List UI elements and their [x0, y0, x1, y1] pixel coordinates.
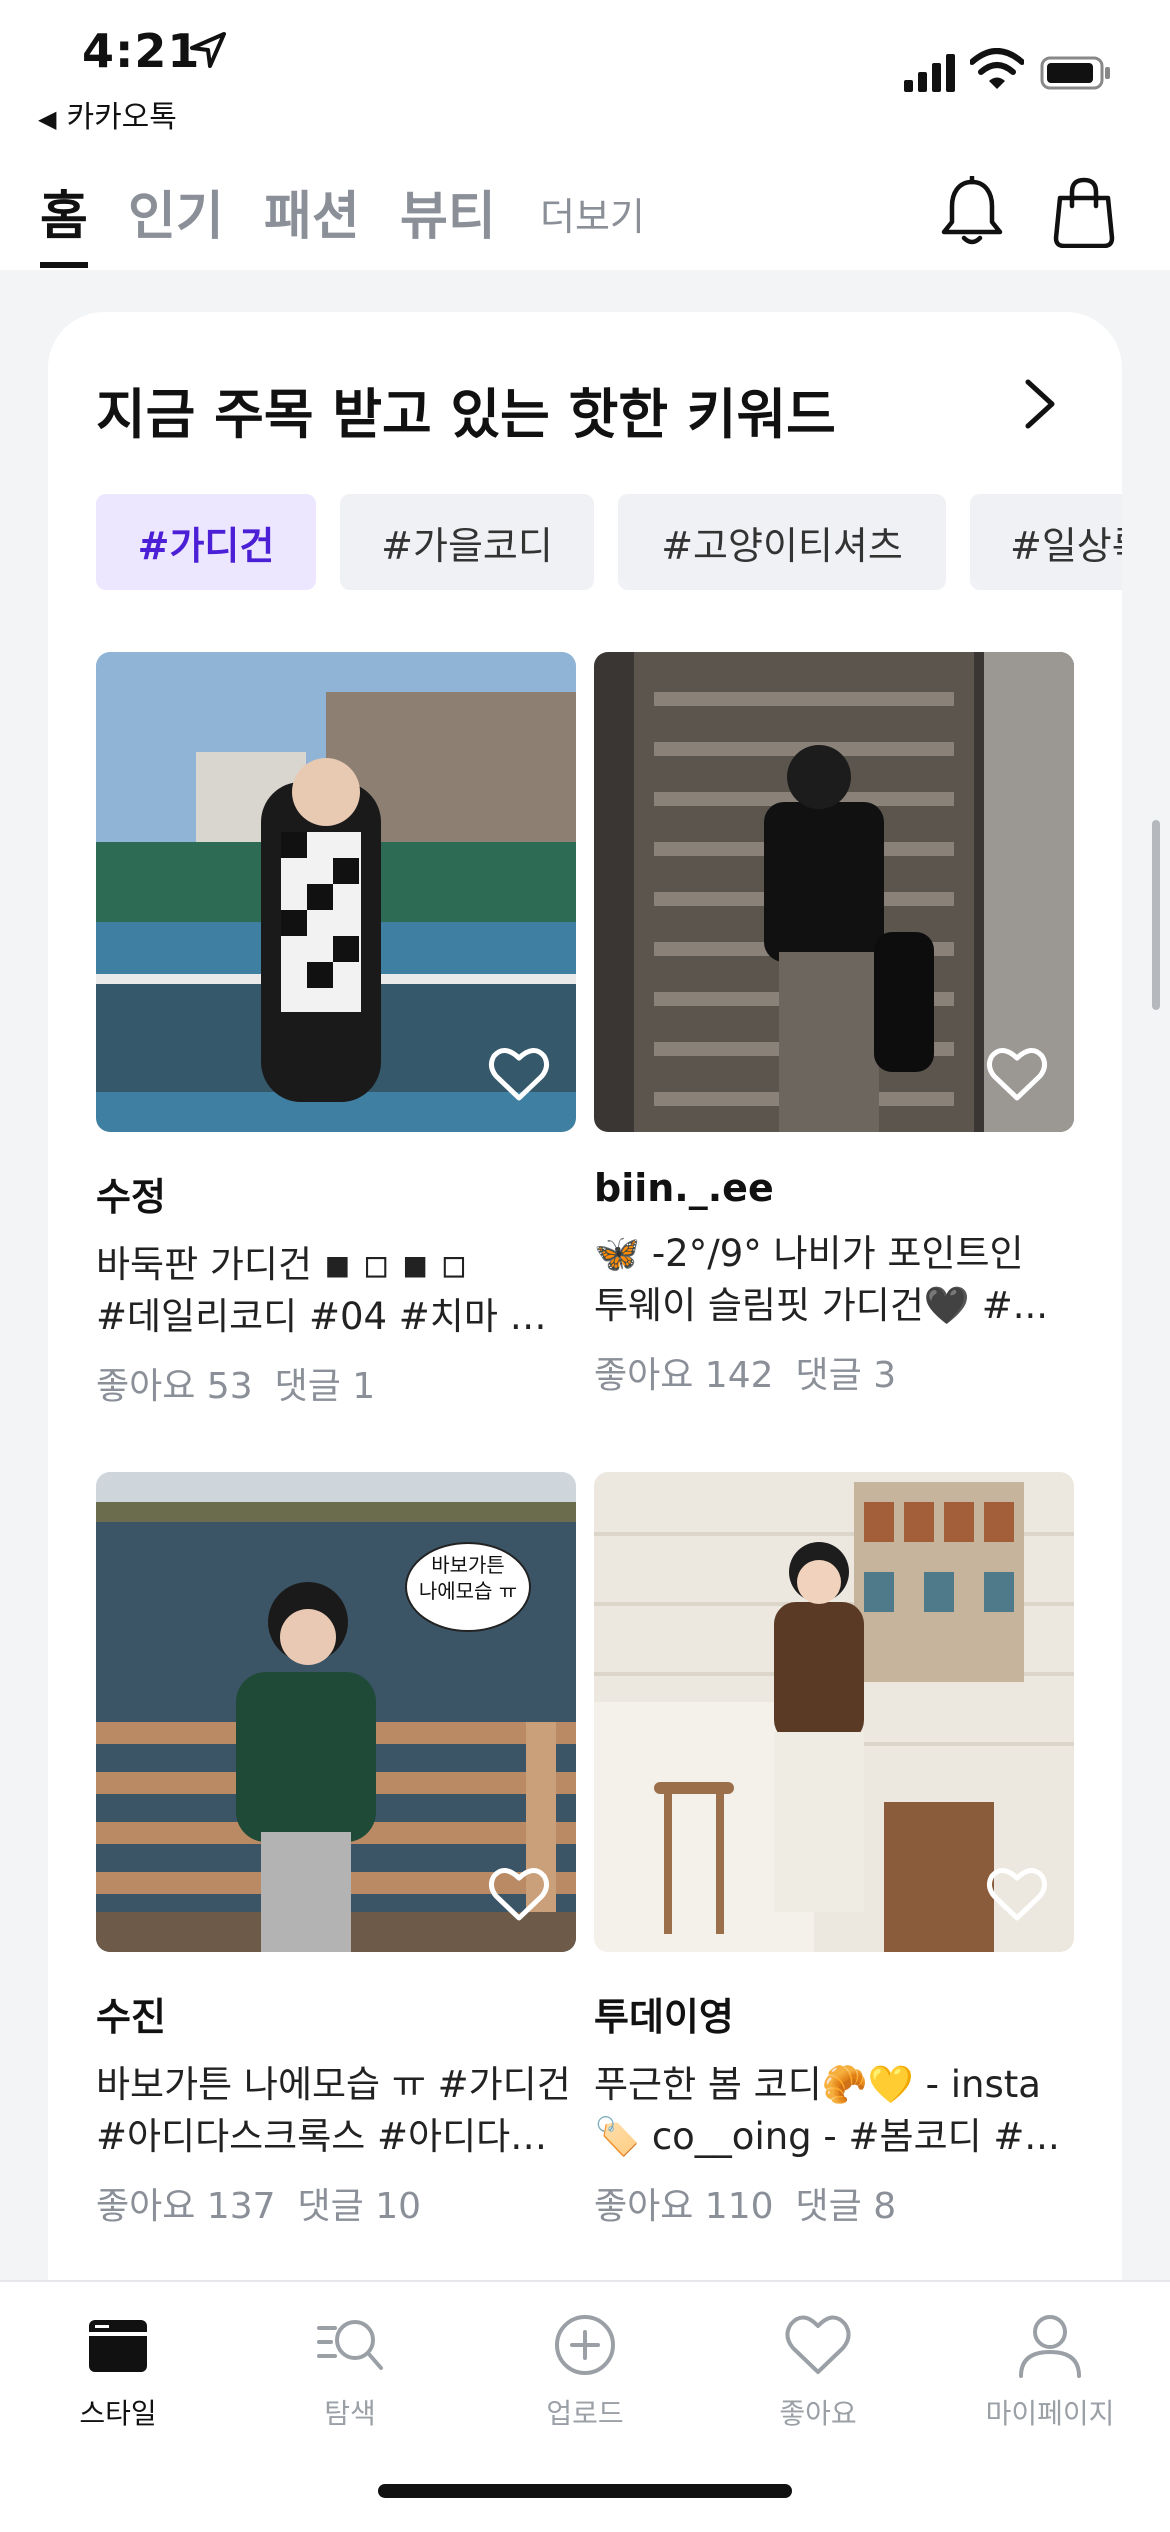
post-stats: 좋아요 110 댓글 8: [594, 2177, 1074, 2229]
tab-beauty[interactable]: 뷰티: [400, 174, 496, 249]
bottom-nav-mypage[interactable]: 마이페이지: [950, 2312, 1150, 2432]
like-heart-icon[interactable]: [488, 1046, 550, 1102]
back-triangle-icon: ◀: [38, 105, 57, 133]
scrollbar-thumb[interactable]: [1152, 820, 1160, 1010]
top-nav: 홈 인기 패션 뷰티 더보기: [0, 140, 1170, 270]
post-author: 투데이영: [594, 1995, 734, 2039]
post-card[interactable]: 수정 바둑판 가디건 ◾ ◽ ◾ ◽ #데일리코디 #04 #치마 #가... …: [96, 652, 576, 1409]
tab-more[interactable]: 더보기: [540, 186, 645, 241]
post-comments: 댓글 1: [274, 1366, 376, 1407]
post-description-line: #아디다스크록스 #아디다스 ...: [96, 2115, 576, 2158]
chevron-right-icon[interactable]: [1018, 374, 1062, 434]
bottom-nav-label: 좋아요: [779, 2397, 857, 2430]
tab-fashion[interactable]: 패션: [264, 174, 360, 249]
battery-icon: [1040, 56, 1110, 90]
post-description: 🦋 -2°/9° 나비가 포인트인 투웨이 슬림핏 가디건🖤 #...: [594, 1228, 1074, 1332]
bottom-nav-explore[interactable]: 탐색: [250, 2312, 450, 2432]
bottom-nav-style[interactable]: 스타일: [18, 2312, 218, 2432]
post-description: 바보가튼 나에모습 ㅠ #가디건 #아디다스크록스 #아디다스 ...: [96, 2059, 576, 2163]
keyword-chip[interactable]: #고양이티셔츠: [618, 494, 946, 590]
post-stats: 좋아요 142 댓글 3: [594, 1346, 1074, 1398]
post-likes: 좋아요 142: [594, 1355, 774, 1396]
bottom-nav-label: 업로드: [546, 2397, 624, 2430]
wifi-icon: [970, 48, 1024, 89]
bottom-nav-likes[interactable]: 좋아요: [718, 2312, 918, 2432]
status-bar: 4:21 ◀ 카카오톡: [0, 0, 1170, 140]
post-description: 푸근한 봄 코디🥐💛 - insta 🏷️ co__oing - #봄코디 #.…: [594, 2059, 1074, 2163]
post-image[interactable]: [594, 1472, 1074, 1952]
bottom-nav-label: 스타일: [79, 2397, 157, 2430]
image-speech-bubble: 바보가튼 나에모습 ㅠ: [418, 1553, 518, 1603]
post-author: 수진: [96, 1995, 166, 2039]
post-image[interactable]: [96, 652, 576, 1132]
post-description: 바둑판 가디건 ◾ ◽ ◾ ◽ #데일리코디 #04 #치마 #가...: [96, 1239, 576, 1343]
post-description-line: 바둑판 가디건 ◾ ◽ ◾ ◽: [96, 1243, 468, 1286]
active-tab-indicator: [40, 262, 88, 268]
keyword-chip[interactable]: #가디건: [96, 494, 316, 590]
post-comments: 댓글 10: [297, 2186, 422, 2227]
keyword-chips: #가디건 #가을코디 #고양이티셔츠 #일상룩: [96, 494, 1122, 594]
post-comments: 댓글 3: [795, 1355, 897, 1396]
post-description-line: 푸근한 봄 코디🥐💛 - insta: [594, 2063, 1041, 2106]
bottom-nav-upload[interactable]: 업로드: [485, 2312, 685, 2432]
post-card[interactable]: 바보가튼 나에모습 ㅠ 수진 바보가튼 나에모습 ㅠ #가디건 #아디다스크록스…: [96, 1472, 576, 2229]
keyword-chip[interactable]: #일상룩: [970, 494, 1122, 590]
status-time: 4:21: [82, 24, 201, 78]
post-description-line: 바보가튼 나에모습 ㅠ #가디건: [96, 2063, 571, 2106]
shopping-bag-icon[interactable]: [1052, 176, 1116, 248]
post-image[interactable]: 바보가튼 나에모습 ㅠ: [96, 1472, 576, 1952]
bottom-nav-label: 마이페이지: [985, 2397, 1115, 2430]
post-likes: 좋아요 137: [96, 2186, 276, 2227]
post-description-line: #데일리코디 #04 #치마 #가...: [96, 1295, 576, 1338]
like-heart-icon[interactable]: [986, 1046, 1048, 1102]
post-stats: 좋아요 137 댓글 10: [96, 2177, 576, 2229]
post-card[interactable]: 투데이영 푸근한 봄 코디🥐💛 - insta 🏷️ co__oing - #봄…: [594, 1472, 1074, 2229]
post-description-line: 🏷️ co__oing - #봄코디 #...: [594, 2115, 1060, 2158]
post-author: 수정: [96, 1175, 166, 1219]
back-to-app-link[interactable]: ◀ 카카오톡: [38, 92, 177, 136]
style-icon: [89, 2320, 147, 2372]
heart-icon: [785, 2315, 851, 2374]
bottom-nav-label: 탐색: [324, 2397, 376, 2430]
keyword-card: 지금 주목 받고 있는 핫한 키워드 #가디건 #가을코디 #고양이티셔츠 #일…: [48, 312, 1122, 2312]
keyword-chip[interactable]: #가을코디: [340, 494, 594, 590]
cellular-signal-icon: [904, 54, 955, 92]
like-heart-icon[interactable]: [488, 1866, 550, 1922]
post-comments: 댓글 8: [795, 2186, 897, 2227]
post-stats: 좋아요 53 댓글 1: [96, 1357, 576, 1409]
home-indicator[interactable]: [378, 2484, 792, 2498]
search-icon: [317, 2320, 383, 2370]
person-icon: [1019, 2315, 1081, 2378]
back-app-label: 카카오톡: [66, 100, 177, 135]
post-description-line: 🦋 -2°/9° 나비가 포인트인: [594, 1232, 1024, 1275]
section-title: 지금 주목 받고 있는 핫한 키워드: [96, 383, 836, 446]
post-description-line: 투웨이 슬림핏 가디건🖤 #...: [594, 1284, 1048, 1327]
tab-home[interactable]: 홈: [40, 174, 88, 249]
tab-popular[interactable]: 인기: [128, 174, 224, 249]
post-card[interactable]: biin._.ee 🦋 -2°/9° 나비가 포인트인 투웨이 슬림핏 가디건🖤…: [594, 652, 1074, 1398]
post-image[interactable]: [594, 652, 1074, 1132]
post-likes: 좋아요 110: [594, 2186, 774, 2227]
screen: 4:21 ◀ 카카오톡 홈 인기 패션 뷰티 더보기 지금 주목 받고 있는 핫…: [0, 0, 1170, 2532]
upload-plus-icon: [555, 2315, 615, 2375]
post-author: biin._.ee: [594, 1166, 774, 1210]
like-heart-icon[interactable]: [986, 1866, 1048, 1922]
post-likes: 좋아요 53: [96, 1366, 253, 1407]
bell-icon[interactable]: [940, 176, 1004, 246]
location-arrow-icon: [190, 32, 226, 68]
